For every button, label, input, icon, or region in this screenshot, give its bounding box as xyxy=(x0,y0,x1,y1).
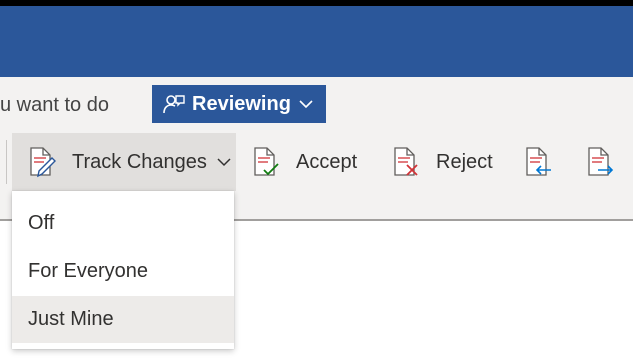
track-changes-icon xyxy=(28,146,58,178)
previous-change-icon xyxy=(524,146,554,178)
editing-mode-label: Reviewing xyxy=(192,92,291,115)
accept-label: Accept xyxy=(296,150,358,173)
next-change-button[interactable] xyxy=(586,133,616,191)
track-changes-button[interactable]: Track Changes xyxy=(12,133,236,191)
reject-label: Reject xyxy=(436,150,493,173)
chevron-down-icon xyxy=(217,157,231,167)
tell-me-search[interactable]: u want to do xyxy=(0,92,109,118)
title-bar xyxy=(0,6,633,77)
ribbon-separator xyxy=(6,140,7,184)
next-change-icon xyxy=(586,146,616,178)
menu-item-for-everyone[interactable]: For Everyone xyxy=(12,248,234,295)
menu-item-just-mine[interactable]: Just Mine xyxy=(12,296,234,343)
editing-mode-button[interactable]: Reviewing xyxy=(152,85,326,123)
menu-item-off[interactable]: Off xyxy=(12,200,234,247)
previous-change-button[interactable] xyxy=(524,133,554,191)
chevron-down-icon xyxy=(299,99,313,109)
track-changes-menu: Off For Everyone Just Mine xyxy=(12,191,234,349)
reject-change-icon xyxy=(392,146,422,178)
reject-button[interactable]: Reject xyxy=(392,133,493,191)
track-changes-label: Track Changes xyxy=(72,150,207,173)
accept-change-icon xyxy=(252,146,282,178)
accept-button[interactable]: Accept xyxy=(252,133,357,191)
reviewing-person-icon xyxy=(162,92,186,116)
